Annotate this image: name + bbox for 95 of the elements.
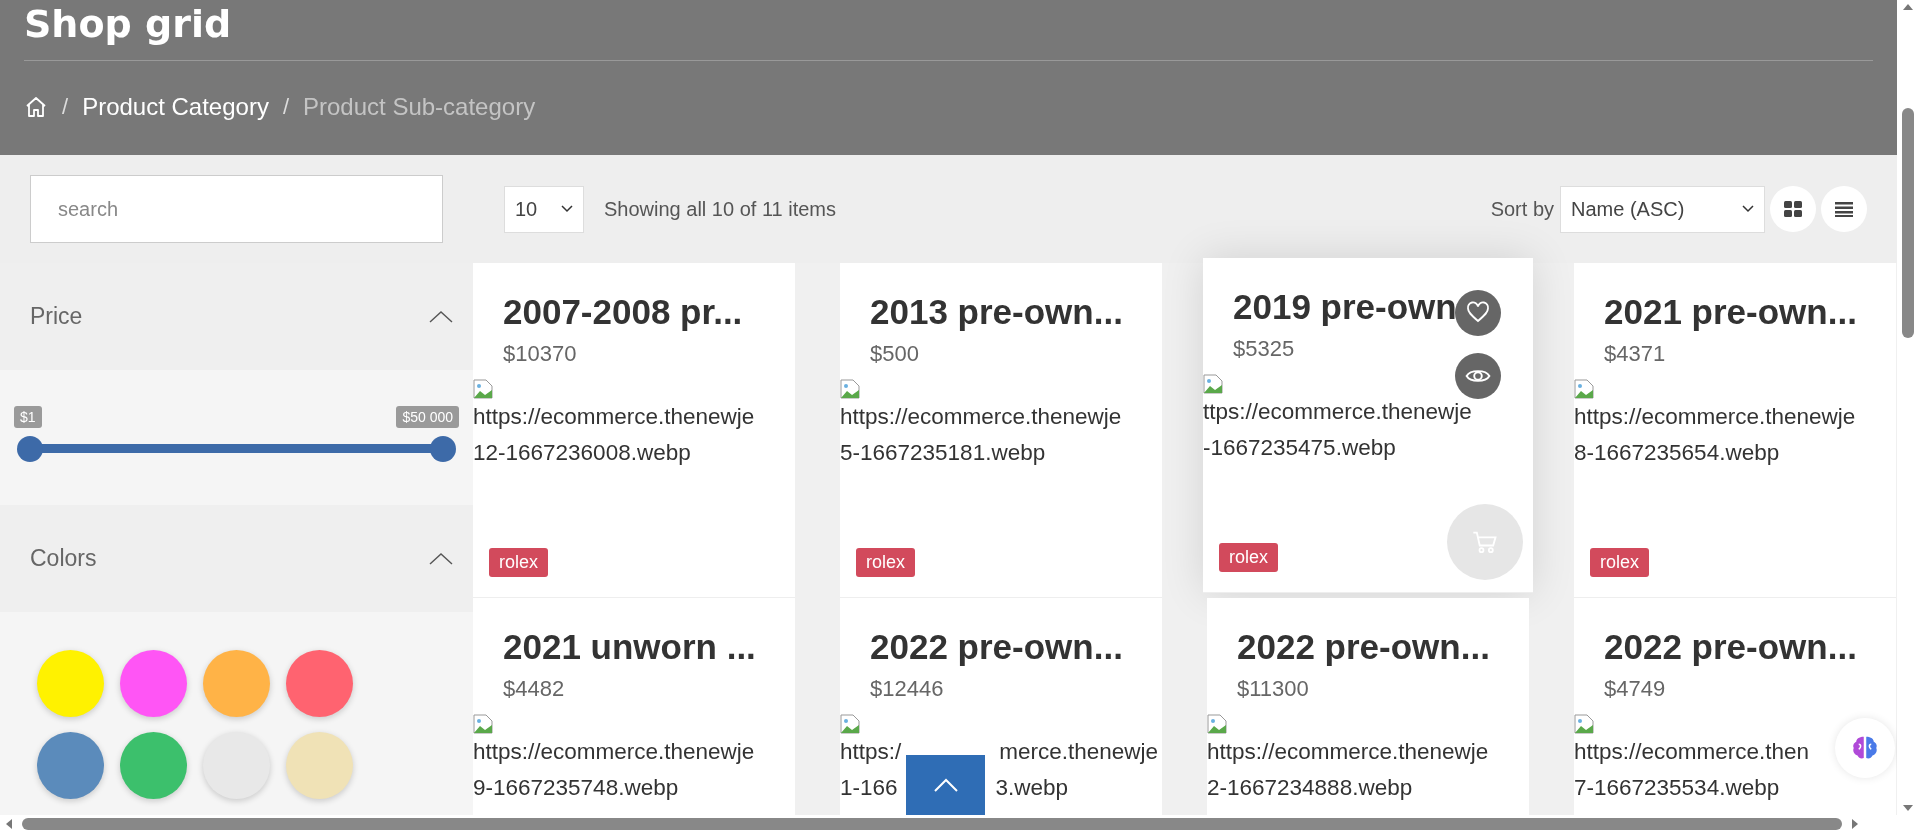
broken-image-icon [1207,714,1227,734]
chevron-down-icon [1742,205,1754,213]
image-alt-text: 7-1667235534.webp [1574,774,1780,802]
product-card[interactable]: 2022 pre-own... $4749 https://ecommerce.then 7-1667235534.webp [1574,598,1896,815]
breadcrumb-separator: / [282,94,289,120]
broken-image-icon [1203,374,1223,394]
brand-tag: rolex [1219,543,1278,572]
product-price: $10370 [502,341,578,367]
per-page-select[interactable]: 10 [504,185,584,233]
image-alt-text: ttps://ecommerce.thenewje [1203,398,1472,426]
product-title[interactable]: 2022 pre-own... [840,624,1162,670]
price-label: $50 000 [396,406,459,428]
product-title[interactable]: 2021 pre-own... [1574,289,1896,335]
color-swatch[interactable] [286,732,353,799]
broken-image-icon [840,379,860,399]
filter-header[interactable]: Colors [0,505,473,612]
product-card[interactable]: 2013 pre-own... $500 https://ecommerce.thenewje 5-1667235181.webp rolex [840,263,1162,598]
product-title[interactable]: 2021 unworn ... [473,624,795,670]
image-alt-text: https://ecommerce.thenewje [473,738,755,766]
product-price: $5325 [1232,336,1296,362]
color-swatch[interactable] [37,732,104,799]
broken-image-icon [840,714,860,734]
product-price: $4371 [1603,341,1667,367]
image-alt-text: 2-1667234888.webp [1207,774,1413,802]
product-title[interactable]: 2007-2008 pr... [473,289,795,335]
image-alt-text: https://ecommerce.thenewje [473,403,755,431]
image-alt-text: 12-1667236008.webp [473,439,691,467]
product-card[interactable]: 2019 pre-own $5325 ttps://ecommerce.thenewje -1667235475.webp rolex [1203,258,1533,593]
home-icon[interactable] [24,95,48,119]
brand-tag: rolex [1590,548,1649,577]
scroll-left-arrow-icon[interactable] [6,819,12,829]
brand-tag: rolex [489,548,548,577]
product-price: $500 [869,341,920,367]
product-title[interactable]: 2022 pre-own... [1574,624,1896,670]
list-icon [1834,199,1854,219]
image-alt-text: 9-1667235748.webp [473,774,679,802]
image-alt-text: 3.webp [995,774,1069,802]
search-field[interactable]: search [30,175,443,243]
chevron-up-icon [933,778,958,792]
breadcrumb-separator: / [62,94,69,120]
color-swatch[interactable] [120,650,187,717]
image-alt-text: https://ecommerce.thenewje [1207,738,1489,766]
product-title[interactable]: 2022 pre-own... [1207,624,1529,670]
product-title[interactable]: 2019 pre-own [1203,284,1533,330]
breadcrumb-link[interactable]: Product Category [82,93,269,121]
slider-handle[interactable] [17,436,43,462]
image-alt-text: https://ecommerce.thenewje [1574,403,1856,431]
product-price: $11300 [1236,676,1310,702]
list-view-button[interactable] [1821,186,1867,232]
grid-icon [1783,199,1803,219]
product-title[interactable]: 2013 pre-own... [840,289,1162,335]
wishlist-button[interactable] [1455,290,1501,336]
scrollbar-thumb[interactable] [1902,108,1914,338]
scroll-down-arrow-icon[interactable] [1903,805,1913,811]
grid-view-button[interactable] [1770,186,1816,232]
color-swatch[interactable] [37,650,104,717]
product-card[interactable]: 2022 pre-own... $11300 https://ecommerce.thenewje 2-1667234888.webp [1207,598,1529,815]
image-alt-text: 8-1667235654.webp [1574,439,1780,467]
color-swatch[interactable] [120,732,187,799]
color-swatch[interactable] [203,650,270,717]
sort-label: Sort by [1490,197,1554,221]
scroll-right-arrow-icon[interactable] [1852,819,1858,829]
page-title: Shop grid [24,1,232,48]
broken-image-icon [1574,379,1594,399]
product-card[interactable]: 2022 pre-own... $12446 https:/ merce.thenewje 1-166 3.webp [840,598,1162,815]
filter-title: Colors [30,545,97,572]
image-alt-text: -1667235475.webp [1203,434,1396,462]
result-count: Showing all 10 of 11 items [604,197,836,221]
product-card[interactable]: 2007-2008 pr... $10370 https://ecommerce.thenewje 12-1667236008.webp rolex [473,263,795,598]
heart-icon [1466,301,1490,325]
scrollbar-thumb[interactable] [22,818,1842,830]
scroll-up-arrow-icon[interactable] [1903,4,1913,10]
image-alt-text: https:/ [840,738,902,766]
filter-title: Price [30,303,83,330]
chevron-down-icon [561,205,573,213]
image-alt-text: 1-166 [840,774,898,802]
image-alt-text: https://ecommerce.thenewje [840,403,1122,431]
product-card[interactable]: 2021 pre-own... $4371 https://ecommerce.thenewje 8-1667235654.webp rolex [1574,263,1896,598]
sort-select[interactable]: Name (ASC) [1560,185,1765,233]
product-price: $4482 [502,676,566,702]
color-swatch[interactable] [286,650,353,717]
color-swatch[interactable] [203,732,270,799]
image-alt-text: 5-1667235181.webp [840,439,1046,467]
filter-header[interactable]: Price [0,263,473,370]
brand-tag: rolex [856,548,915,577]
image-alt-text: https://ecommerce.then [1574,738,1810,766]
price-label: $1 [14,406,42,428]
product-card[interactable]: 2021 unworn ... $4482 https://ecommerce.thenewje 9-1667235748.webp [473,598,795,815]
price-range-slider[interactable] [17,436,456,462]
image-alt-text: merce.thenewje [999,738,1159,766]
slider-handle[interactable] [430,436,456,462]
product-price: $4749 [1603,676,1667,702]
quick-view-button[interactable] [1455,353,1501,399]
product-price: $12446 [869,676,945,702]
broken-image-icon [1574,714,1594,734]
